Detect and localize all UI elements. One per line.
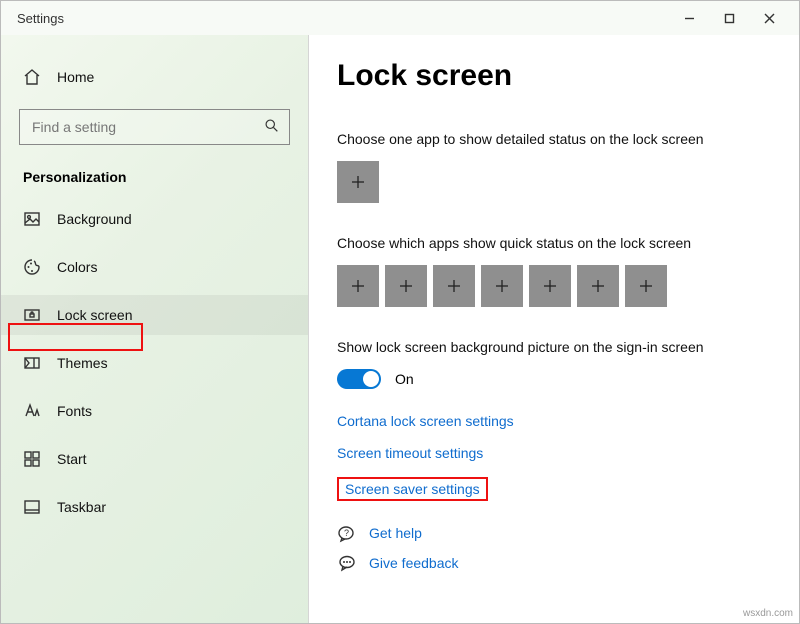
quick-status-label: Choose which apps show quick status on t… <box>337 235 771 251</box>
sidebar-item-label: Fonts <box>57 403 92 419</box>
home-nav[interactable]: Home <box>1 57 308 97</box>
maximize-button[interactable] <box>709 4 749 32</box>
sidebar-item-background[interactable]: Background <box>1 199 308 239</box>
sidebar-item-start[interactable]: Start <box>1 439 308 479</box>
detailed-status-label: Choose one app to show detailed status o… <box>337 131 771 147</box>
add-quick-app-button[interactable] <box>481 265 523 307</box>
screen-saver-link[interactable]: Screen saver settings <box>345 481 480 497</box>
sidebar-item-lock-screen[interactable]: Lock screen <box>1 295 308 335</box>
highlight-box-screen-saver: Screen saver settings <box>337 477 488 501</box>
fonts-icon <box>23 402 41 420</box>
window-title: Settings <box>17 11 64 26</box>
settings-window: Settings Home Personalization <box>0 0 800 624</box>
sidebar-item-themes[interactable]: Themes <box>1 343 308 383</box>
start-icon <box>23 450 41 468</box>
sidebar-item-taskbar[interactable]: Taskbar <box>1 487 308 527</box>
get-help-link[interactable]: Get help <box>369 525 422 541</box>
sidebar-item-label: Colors <box>57 259 97 275</box>
sidebar-item-label: Themes <box>57 355 108 371</box>
minimize-button[interactable] <box>669 4 709 32</box>
add-quick-app-button[interactable] <box>577 265 619 307</box>
sidebar-item-label: Lock screen <box>57 307 132 323</box>
detailed-status-row <box>337 161 771 203</box>
signin-picture-toggle[interactable] <box>337 369 381 389</box>
titlebar: Settings <box>1 1 799 35</box>
search-icon <box>264 118 279 136</box>
close-button[interactable] <box>749 4 789 32</box>
sidebar-item-label: Start <box>57 451 87 467</box>
help-icon: ? <box>337 523 357 543</box>
svg-text:?: ? <box>344 528 349 538</box>
feedback-icon <box>337 553 357 573</box>
sidebar: Home Personalization Background Colors <box>1 35 309 623</box>
home-label: Home <box>57 69 94 85</box>
sidebar-item-colors[interactable]: Colors <box>1 247 308 287</box>
sidebar-item-label: Background <box>57 211 132 227</box>
add-quick-app-button[interactable] <box>625 265 667 307</box>
sidebar-item-fonts[interactable]: Fonts <box>1 391 308 431</box>
search-input[interactable] <box>30 118 264 136</box>
add-detailed-app-button[interactable] <box>337 161 379 203</box>
add-quick-app-button[interactable] <box>529 265 571 307</box>
taskbar-icon <box>23 498 41 516</box>
cortana-settings-link[interactable]: Cortana lock screen settings <box>337 413 514 429</box>
screen-timeout-link[interactable]: Screen timeout settings <box>337 445 483 461</box>
home-icon <box>23 68 41 86</box>
signin-picture-label: Show lock screen background picture on t… <box>337 339 771 355</box>
page-title: Lock screen <box>337 59 771 93</box>
add-quick-app-button[interactable] <box>337 265 379 307</box>
sidebar-item-label: Taskbar <box>57 499 106 515</box>
add-quick-app-button[interactable] <box>433 265 475 307</box>
lock-screen-icon <box>23 306 41 324</box>
main-content: Lock screen Choose one app to show detai… <box>309 35 799 623</box>
picture-icon <box>23 210 41 228</box>
add-quick-app-button[interactable] <box>385 265 427 307</box>
themes-icon <box>23 354 41 372</box>
quick-status-row <box>337 265 771 307</box>
toggle-state-label: On <box>395 371 414 387</box>
give-feedback-link[interactable]: Give feedback <box>369 555 459 571</box>
window-body: Home Personalization Background Colors <box>1 35 799 623</box>
palette-icon <box>23 258 41 276</box>
nav-list: Background Colors Lock screen Themes Fon… <box>1 199 308 527</box>
watermark: wsxdn.com <box>743 608 793 619</box>
category-heading: Personalization <box>1 163 308 199</box>
search-box[interactable] <box>19 109 290 145</box>
